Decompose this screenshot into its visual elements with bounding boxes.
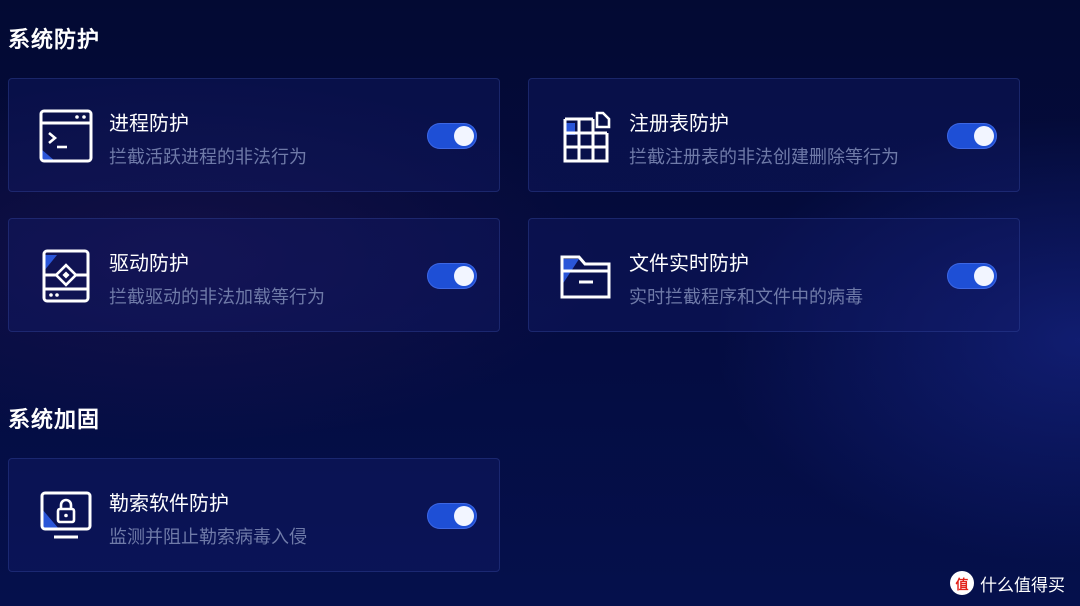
card-description: 实时拦截程序和文件中的病毒	[629, 287, 863, 308]
driver-chip-icon	[39, 249, 93, 303]
process-protection-toggle[interactable]	[427, 123, 477, 149]
terminal-window-icon	[39, 109, 93, 163]
file-realtime-protection-toggle[interactable]	[947, 263, 997, 289]
toggle-knob	[974, 126, 994, 146]
card-title: 进程防护	[109, 111, 189, 135]
card-registry-protection: 注册表防护 拦截注册表的非法创建删除等行为	[528, 78, 1020, 192]
registry-protection-toggle[interactable]	[947, 123, 997, 149]
card-title: 注册表防护	[629, 111, 729, 135]
card-description: 拦截活跃进程的非法行为	[109, 147, 307, 168]
card-driver-protection: 驱动防护 拦截驱动的非法加载等行为	[8, 218, 500, 332]
ransomware-protection-toggle[interactable]	[427, 503, 477, 529]
card-file-realtime-protection: 文件实时防护 实时拦截程序和文件中的病毒	[528, 218, 1020, 332]
toggle-knob	[454, 126, 474, 146]
watermark-text: 什么值得买	[980, 575, 1065, 596]
watermark: 值 什么值得买	[950, 570, 1065, 596]
card-ransomware-protection: 勒索软件防护 监测并阻止勒索病毒入侵	[8, 458, 500, 572]
card-process-protection: 进程防护 拦截活跃进程的非法行为	[8, 78, 500, 192]
monitor-lock-icon	[39, 489, 93, 543]
driver-protection-toggle[interactable]	[427, 263, 477, 289]
registry-grid-icon	[559, 109, 613, 163]
section-title-system-protection: 系统防护	[8, 28, 101, 53]
toggle-knob	[454, 506, 474, 526]
card-title: 文件实时防护	[629, 251, 749, 275]
card-title: 勒索软件防护	[109, 491, 229, 515]
card-title: 驱动防护	[109, 251, 189, 275]
card-description: 拦截注册表的非法创建删除等行为	[629, 147, 899, 168]
folder-icon	[559, 249, 613, 303]
card-description: 监测并阻止勒索病毒入侵	[109, 527, 307, 548]
card-description: 拦截驱动的非法加载等行为	[109, 287, 325, 308]
toggle-knob	[454, 266, 474, 286]
section-title-system-hardening: 系统加固	[8, 408, 101, 433]
watermark-logo-icon: 值	[950, 571, 974, 595]
toggle-knob	[974, 266, 994, 286]
